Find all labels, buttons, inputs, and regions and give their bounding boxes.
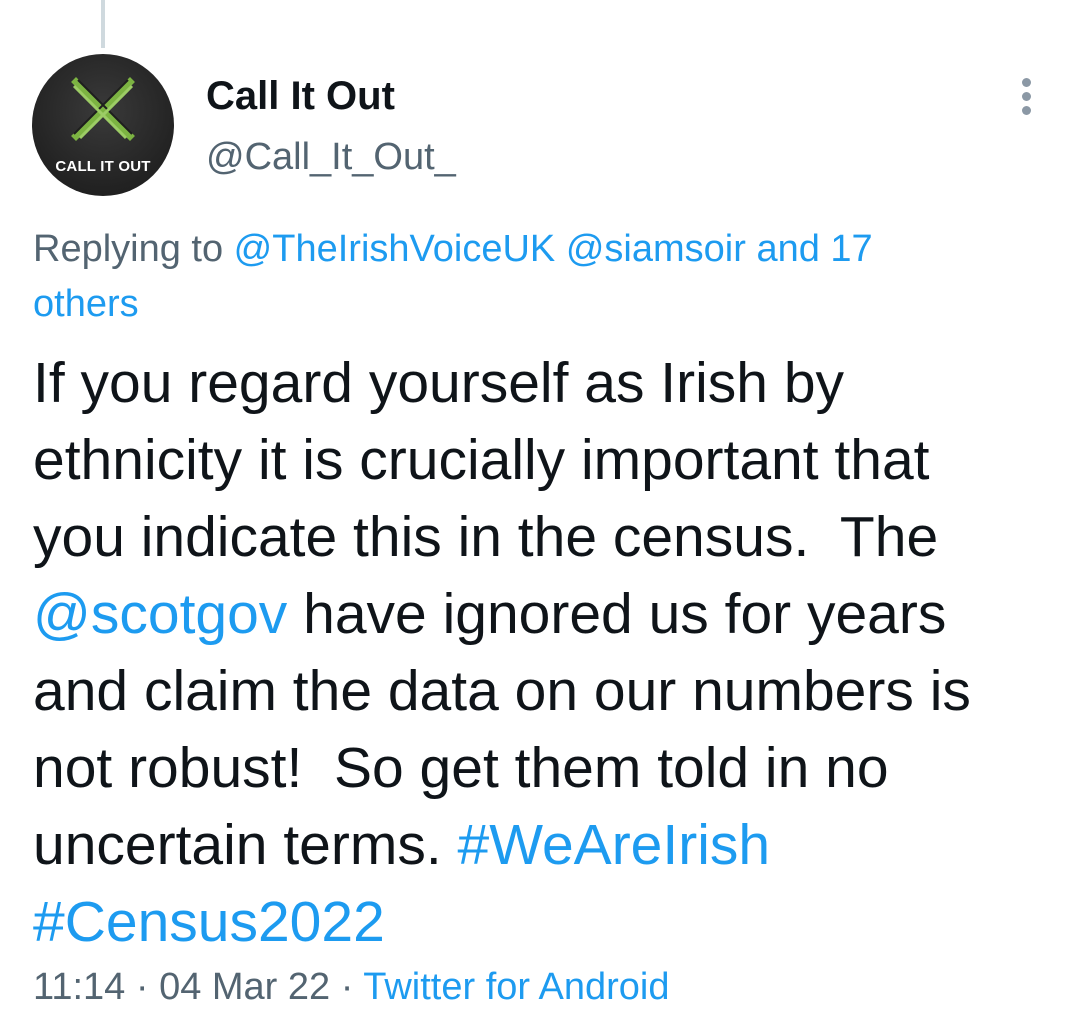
others-link[interactable]: others bbox=[33, 283, 139, 325]
mention-link[interactable]: @TheIrishVoiceUK bbox=[234, 228, 556, 270]
tweet-line: have ignored us for years bbox=[287, 582, 947, 646]
avatar-caption: CALL IT OUT bbox=[55, 158, 151, 175]
avatar[interactable]: CALL IT OUT bbox=[32, 54, 174, 196]
author-handle[interactable]: @Call_It_Out_ bbox=[206, 134, 456, 180]
others-link[interactable]: and 17 bbox=[756, 228, 872, 270]
more-vertical-icon bbox=[1022, 92, 1031, 101]
tweet-text: If you regard yourself as Irish by ethnic… bbox=[33, 345, 1053, 961]
tweet-line: If you regard yourself as Irish by bbox=[33, 351, 845, 415]
mention-link[interactable]: @scotgov bbox=[33, 582, 287, 646]
replying-prefix: Replying to bbox=[33, 228, 234, 270]
tweet-line: uncertain terms. bbox=[33, 813, 458, 877]
thread-connector-line bbox=[101, 0, 105, 48]
mention-link[interactable]: @siamsoir bbox=[566, 228, 746, 270]
hashtag-link[interactable]: #WeAreIrish bbox=[458, 813, 771, 877]
hashtag-link[interactable]: #Census2022 bbox=[33, 890, 385, 954]
meta-separator: · bbox=[125, 966, 160, 1008]
more-vertical-icon bbox=[1022, 106, 1031, 115]
tweet-metadata: 11:14 · 04 Mar 22 · Twitter for Android bbox=[33, 962, 670, 1012]
author-display-name[interactable]: Call It Out bbox=[206, 72, 395, 120]
replying-to: Replying to @TheIrishVoiceUK @siamsoir a… bbox=[33, 222, 1043, 332]
tweet-line: not robust! So get them told in no bbox=[33, 736, 889, 800]
tweet-source-link[interactable]: Twitter for Android bbox=[363, 966, 669, 1008]
more-vertical-icon bbox=[1022, 78, 1031, 87]
tweet-time[interactable]: 11:14 bbox=[33, 966, 125, 1008]
tweet-line: and claim the data on our numbers is bbox=[33, 659, 971, 723]
tweet-line: you indicate this in the census. The bbox=[33, 505, 939, 569]
tweet-line: ethnicity it is crucially important that bbox=[33, 428, 930, 492]
more-options-button[interactable] bbox=[1010, 74, 1044, 120]
meta-separator: · bbox=[330, 966, 364, 1008]
tweet-date[interactable]: 04 Mar 22 bbox=[159, 966, 330, 1008]
